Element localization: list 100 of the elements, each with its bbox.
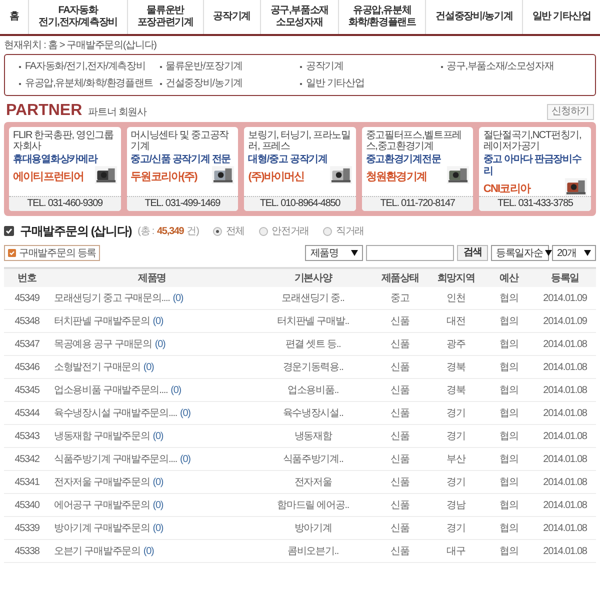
table-cell-text: 협의 [498, 292, 520, 306]
nav-tab[interactable]: FA자동화 전기,전자/계측장비 [29, 0, 128, 34]
category-link[interactable]: 공작기계 [306, 59, 344, 74]
category-link[interactable]: 물류운반/포장기계 [166, 59, 243, 74]
item-title-link[interactable]: 에어공구 구매발주문의 [54, 498, 150, 512]
table-cell-text: 협의 [498, 452, 520, 466]
table-cell-text: 2014.01.08 [542, 360, 588, 374]
column-header: 기본사양 [293, 272, 334, 286]
nav-tab[interactable]: 유공압,유분체 화학/환경플랜트 [338, 0, 426, 34]
comment-count: (0) [170, 384, 181, 398]
table-cell-text: 함마드릴 에어공.. [276, 498, 350, 512]
item-title-link[interactable]: 소형발전기 구매문의 [54, 360, 140, 374]
table-cell-text: 2014.01.08 [542, 430, 588, 444]
table-cell-text: 신품 [390, 430, 410, 444]
table-cell-text: 식품주방기계.. [282, 452, 344, 466]
partner-headline: 중고환경기계전문 [366, 154, 442, 166]
table-cell-text: 경남 [446, 498, 467, 512]
table-cell-text: 신품 [390, 522, 410, 536]
nav-tab[interactable]: 일반 기타산업 [523, 0, 600, 34]
category-link[interactable]: 건설중장비/농기계 [166, 76, 243, 91]
comment-count: (0) [152, 314, 164, 328]
caret-icon [544, 250, 552, 256]
search-field[interactable] [366, 245, 454, 261]
table-cell-text: 협의 [498, 476, 520, 490]
item-title-link[interactable]: 방아기계 구매발주문의 [54, 520, 150, 536]
table-cell-text: 터치판넬 구매발.. [276, 314, 350, 328]
search-type-select[interactable]: 제품명 [305, 245, 364, 261]
item-title-link[interactable]: 냉동재함 구매발주문의 [54, 428, 150, 444]
table-cell-text: 인천 [446, 292, 466, 306]
partner-card[interactable]: 머시닝센타 및 중고공작기계 중고/신품 공작기계 전문 두원코리아(주) TEL. 031-499-1469 [126, 127, 238, 211]
table-cell-text: 신품 [390, 498, 410, 512]
category-link[interactable]: FA자동화/전기,전자/계측장비 [25, 59, 146, 74]
table-cell-text: 2014.01.08 [542, 544, 588, 558]
table-cell-text: 부산 [446, 452, 467, 466]
item-title-link[interactable]: 오븐기 구매발주문의 [54, 544, 140, 558]
comment-count: (0) [180, 406, 190, 420]
nav-tab[interactable]: 공구,부품소재 소모성자재 [260, 0, 339, 34]
filter-radio[interactable]: 전체 [212, 224, 245, 238]
nav-tab[interactable]: 홈 [0, 0, 30, 34]
partner-company: 두원코리아(주) [130, 171, 197, 184]
table-cell-text: 2014.01.08 [542, 406, 588, 420]
table-cell-text: 45338 [14, 544, 40, 558]
partner-card[interactable]: 중고필터프스,벨트프레스,중고환경기계 중고환경기계전문 청원환경기계 TEL. 011-720-8147 [362, 127, 474, 211]
nav-tab[interactable]: 공작기계 [204, 0, 261, 34]
table-cell-text: 45341 [14, 476, 40, 490]
category-link[interactable]: 일반 기타산업 [306, 76, 364, 91]
checkbox-icon [4, 226, 14, 236]
table-cell-text: 신품 [390, 544, 410, 558]
column-header: 제품상태 [380, 272, 420, 286]
table-cell-text: 협의 [498, 384, 520, 398]
nav-tab[interactable]: 건설중장비/농기계 [426, 0, 523, 34]
sort-select[interactable]: 등록일자순 [491, 245, 549, 261]
total-count: 45,349 [156, 224, 184, 238]
search-button[interactable]: 검색 [457, 245, 488, 261]
table-cell-text: 2014.01.09 [542, 292, 588, 306]
column-header: 번호 [16, 272, 38, 286]
partner-company: CNI코리아 [483, 183, 530, 196]
table-cell-text: 협의 [498, 498, 520, 512]
partner-card[interactable]: FLIR 한국총판, 영인그룹 자회사 휴대용열화상카메라 에이티프런티어 TEL. 031-460-9309 [9, 127, 121, 211]
item-title-link[interactable]: 육수냉장시설 구매발주문의.... [54, 406, 178, 420]
nav-tab[interactable]: 물류운반 포장관련기계 [128, 0, 204, 34]
filter-radio[interactable]: 직거래 [322, 224, 364, 238]
table-cell-text: 45349 [14, 292, 40, 306]
table-cell-text: 협의 [498, 522, 520, 536]
category-link[interactable]: 유공압,유분체/화학/환경플랜트 [25, 76, 154, 91]
page-size-select[interactable]: 20개 [552, 245, 596, 261]
register-button[interactable]: 구매발주문의 등록 [4, 245, 100, 261]
apply-button[interactable]: 신청하기 [546, 104, 594, 120]
item-title-link[interactable]: 식품주방기계 구매발주문의.... [54, 452, 178, 466]
table-cell-text: 경기 [446, 406, 466, 420]
item-title-link[interactable]: 업소용비품 구매발주문의.... [54, 382, 168, 398]
item-title-link[interactable]: 모래샌딩기 중고 구매문의.... [54, 290, 170, 306]
category-link[interactable]: 공구,부품소재/소모성자재 [446, 59, 554, 74]
comment-count: (0) [152, 522, 164, 536]
partner-tel: TEL. 031-499-1469 [126, 196, 238, 211]
count-suffix: 건) [186, 224, 199, 238]
item-title-link[interactable]: 목공예용 공구 구매문의 [54, 336, 152, 352]
table-cell-text: 중고 [390, 292, 410, 306]
table-cell-text: 협의 [498, 430, 520, 444]
table-cell-text: 45344 [14, 406, 41, 420]
item-title-link[interactable]: 터치판넬 구매발주문의 [54, 314, 150, 328]
breadcrumb: 현재위치 : 홈 > 구매발주문의(삽니다) [3, 38, 158, 52]
table-cell-text: 45342 [14, 452, 40, 466]
table-cell-text: 냉동재함 [293, 430, 334, 444]
table-cell-text: 모래샌딩기 중.. [280, 292, 346, 306]
partner-card[interactable]: 보링기, 터닝기, 프라노밀러, 프레스 대형/중고 공작기계 (주)바이머신 TEL. 010-8964-4850 [244, 127, 356, 211]
comment-count: (0) [143, 544, 154, 558]
filter-radio[interactable]: 안전거래 [258, 224, 309, 238]
table-cell-text: 경북 [446, 360, 466, 374]
partner-headline: 휴대용열화상카메라 [13, 154, 99, 166]
partner-card[interactable]: 절단절곡기,NCT펀칭기,레이저가공기 중고 아마다 판금장비수리 CNI코리아 TEL. 031-433-3785 [479, 127, 591, 211]
table-cell-text: 협의 [498, 360, 520, 374]
partner-tel: TEL. 031-433-3785 [479, 196, 591, 211]
table-cell-text: 광주 [446, 338, 466, 352]
comment-count: (0) [180, 452, 190, 466]
partner-tel: TEL. 011-720-8147 [362, 196, 474, 211]
comment-count: (0) [154, 338, 166, 352]
table-cell-text: 45339 [14, 522, 40, 536]
item-title-link[interactable]: 전자저울 구매발주문의 [54, 474, 150, 490]
partner-tel: TEL. 010-8964-4850 [244, 196, 356, 211]
